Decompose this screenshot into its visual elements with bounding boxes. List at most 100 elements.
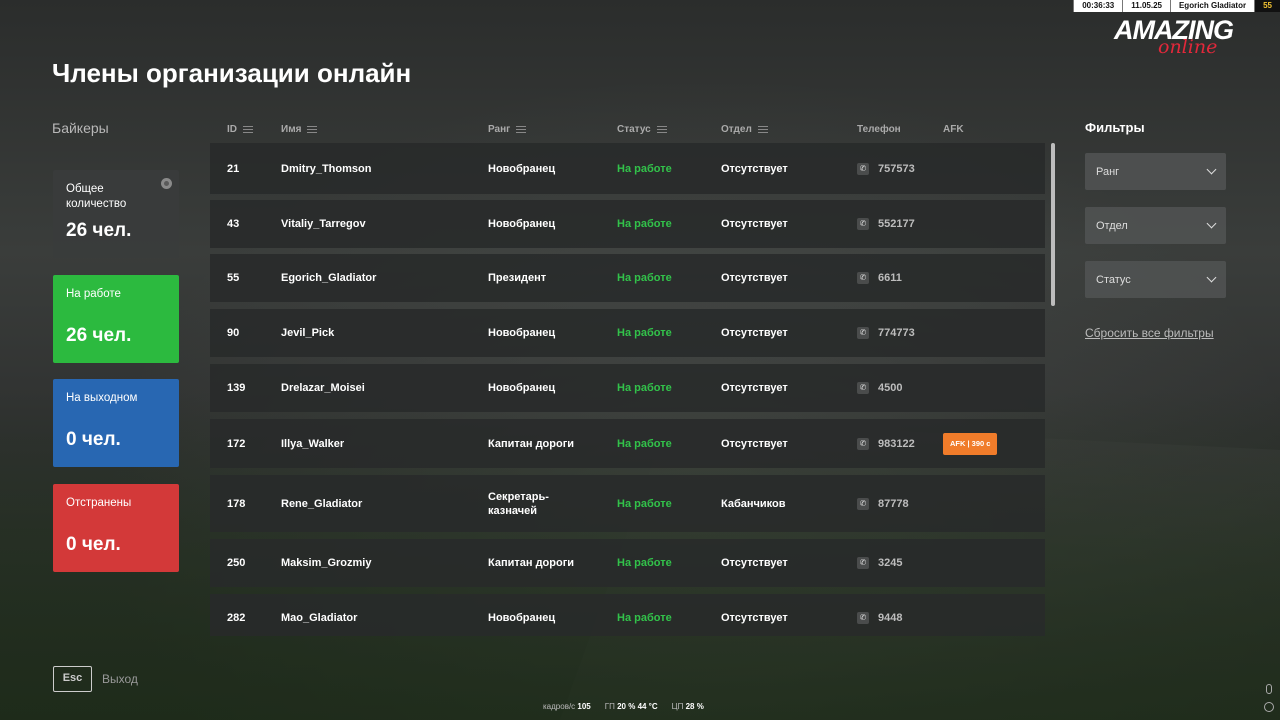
- column-id[interactable]: ID: [227, 124, 253, 135]
- filter-status-select[interactable]: Статус: [1085, 261, 1226, 298]
- cell-dept: Отсутствует: [721, 557, 788, 569]
- table-row[interactable]: 282 Mao_Gladiator Новобранец На работе О…: [210, 594, 1045, 636]
- cell-rank: Президент: [488, 272, 547, 284]
- cell-phone[interactable]: ✆ 774773: [857, 327, 915, 339]
- cell-dept: Отсутствует: [721, 272, 788, 284]
- filter-rank-select[interactable]: Ранг: [1085, 153, 1226, 190]
- cell-id: 43: [227, 218, 240, 230]
- cell-id: 21: [227, 162, 240, 175]
- page-title: Члены организации онлайн: [52, 58, 412, 88]
- filter-rank-label: Ранг: [1096, 165, 1120, 178]
- cell-rank: Новобранец: [488, 162, 556, 175]
- filter-dept-select[interactable]: Отдел: [1085, 207, 1226, 244]
- cpu-label: ЦП: [671, 702, 684, 711]
- column-name[interactable]: Имя: [281, 124, 318, 135]
- stat-card-suspended[interactable]: Отстранены 0 чел.: [53, 484, 179, 572]
- phone-icon[interactable]: ✆: [857, 218, 869, 230]
- phone-number: 9448: [878, 612, 903, 624]
- column-afk-label: AFK: [943, 124, 964, 135]
- table-row[interactable]: 21 Dmitry_Thomson Новобранец На работе О…: [210, 143, 1045, 194]
- phone-number: 552177: [878, 218, 915, 230]
- cpu-load: 28 %: [685, 702, 704, 711]
- table-row[interactable]: 172 Illya_Walker Капитан дороги На работ…: [210, 419, 1045, 468]
- column-status[interactable]: Статус: [617, 124, 667, 135]
- stat-off-label: На выходном: [66, 392, 138, 404]
- phone-icon[interactable]: ✆: [857, 162, 869, 175]
- cell-name: Rene_Gladiator: [281, 497, 363, 510]
- stat-susp-value: 0 чел.: [66, 534, 121, 555]
- esc-button[interactable]: Esc: [53, 666, 92, 692]
- chevron-down-icon: [1206, 272, 1217, 283]
- column-dept-label: Отдел: [721, 124, 752, 135]
- cell-status: На работе: [617, 218, 672, 230]
- table-row[interactable]: 250 Maksim_Grozmiy Капитан дороги На раб…: [210, 539, 1045, 587]
- sort-icon[interactable]: [307, 126, 318, 133]
- table-row[interactable]: 43 Vitaliy_Tarregov Новобранец На работе…: [210, 200, 1045, 248]
- table-row[interactable]: 139 Drelazar_Moisei Новобранец На работе…: [210, 364, 1045, 412]
- column-phone-label: Телефон: [857, 124, 901, 135]
- info-icon[interactable]: [161, 178, 172, 189]
- stat-susp-label: Отстранены: [66, 497, 132, 509]
- sort-icon[interactable]: [243, 126, 253, 133]
- stat-card-off-duty[interactable]: На выходном 0 чел.: [53, 379, 179, 467]
- cell-name: Vitaliy_Tarregov: [281, 218, 366, 230]
- table-row[interactable]: 178 Rene_Gladiator Секретарь-казначей На…: [210, 475, 1045, 532]
- column-dept[interactable]: Отдел: [721, 124, 768, 135]
- phone-icon[interactable]: ✆: [857, 497, 869, 510]
- hud-player: Egorich Gladiator: [1169, 0, 1255, 12]
- cell-phone[interactable]: ✆ 6611: [857, 272, 902, 284]
- exit-label[interactable]: Выход: [102, 672, 138, 686]
- cell-name: Egorich_Gladiator: [281, 272, 377, 284]
- cell-rank: Новобранец: [488, 327, 556, 339]
- phone-icon[interactable]: ✆: [857, 557, 869, 569]
- table-row[interactable]: 90 Jevil_Pick Новобранец На работе Отсут…: [210, 309, 1045, 357]
- cell-phone[interactable]: ✆ 983122: [857, 437, 915, 450]
- hud-time: 00:36:33: [1073, 0, 1123, 12]
- cell-name: Maksim_Grozmiy: [281, 557, 372, 569]
- performance-overlay: кадров/с 105 ГП 20 % 44 °C ЦП 28 %: [543, 702, 704, 711]
- cell-rank: Капитан дороги: [488, 557, 575, 569]
- hud-level: 55: [1254, 0, 1280, 12]
- cell-dept: Отсутствует: [721, 382, 788, 394]
- cell-dept: Отсутствует: [721, 437, 788, 450]
- cell-phone[interactable]: ✆ 87778: [857, 497, 909, 510]
- cell-dept: Отсутствует: [721, 218, 788, 230]
- cell-status: На работе: [617, 612, 672, 624]
- table-row[interactable]: 55 Egorich_Gladiator Президент На работе…: [210, 254, 1045, 302]
- column-id-label: ID: [227, 124, 237, 135]
- cell-name: Jevil_Pick: [281, 327, 335, 339]
- stat-total-value: 26 чел.: [66, 220, 132, 241]
- cell-rank: Новобранец: [488, 382, 556, 394]
- sort-icon[interactable]: [656, 126, 667, 133]
- cell-name: Drelazar_Moisei: [281, 382, 365, 394]
- cell-phone[interactable]: ✆ 3245: [857, 557, 902, 569]
- members-table[interactable]: 21 Dmitry_Thomson Новобранец На работе О…: [210, 143, 1045, 636]
- reset-filters-link[interactable]: Сбросить все фильтры: [1085, 326, 1214, 340]
- sort-icon[interactable]: [757, 126, 768, 133]
- fps-value: 105: [577, 702, 591, 711]
- microphone-icon: [1266, 684, 1272, 694]
- column-rank[interactable]: Ранг: [488, 124, 527, 135]
- phone-number: 757573: [878, 162, 915, 175]
- stat-card-on-duty[interactable]: На работе 26 чел.: [53, 275, 179, 363]
- cell-name: Mao_Gladiator: [281, 612, 358, 624]
- filter-status-label: Статус: [1096, 273, 1131, 286]
- table-scrollbar[interactable]: [1051, 143, 1055, 306]
- cell-dept: Отсутствует: [721, 612, 788, 624]
- cell-phone[interactable]: ✆ 9448: [857, 612, 902, 624]
- cell-phone[interactable]: ✆ 4500: [857, 382, 902, 394]
- gpu-readout: ГП 20 % 44 °C: [605, 702, 658, 711]
- cell-status: На работе: [617, 327, 672, 339]
- fps-label: кадров/с: [543, 702, 576, 711]
- phone-icon[interactable]: ✆: [857, 382, 869, 394]
- phone-icon[interactable]: ✆: [857, 272, 869, 284]
- gpu-load: 20 %: [617, 702, 636, 711]
- phone-icon[interactable]: ✆: [857, 437, 869, 450]
- phone-icon[interactable]: ✆: [857, 612, 869, 624]
- cell-phone[interactable]: ✆ 757573: [857, 162, 915, 175]
- cell-phone[interactable]: ✆ 552177: [857, 218, 915, 230]
- phone-icon[interactable]: ✆: [857, 327, 869, 339]
- cell-name: Illya_Walker: [281, 437, 345, 450]
- filters-title: Фильтры: [1085, 120, 1145, 135]
- sort-icon[interactable]: [516, 126, 527, 133]
